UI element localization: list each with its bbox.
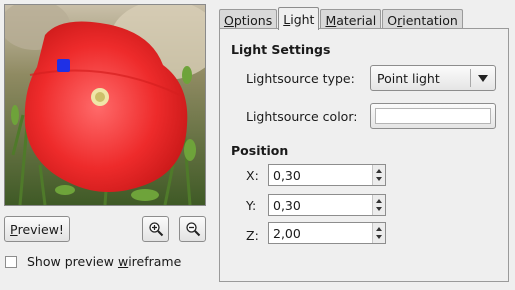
preview-button-mnemonic: P <box>10 221 18 237</box>
lightsource-type-label: Lightsource type: <box>246 71 355 86</box>
show-wireframe-mnemonic: w <box>117 254 129 269</box>
position-heading: Position <box>231 143 289 158</box>
show-wireframe-label-part: Show preview <box>27 254 118 269</box>
light-settings-heading: Light Settings <box>231 42 331 57</box>
light-position-marker[interactable] <box>57 59 70 72</box>
show-preview-wireframe-option[interactable]: Show preview wireframe <box>5 254 181 269</box>
tab-orientation-label: ientation <box>402 12 458 28</box>
tab-light-mnemonic: L <box>283 11 291 27</box>
tab-light-label: ight <box>290 11 315 27</box>
position-x-stepper[interactable] <box>372 165 385 185</box>
tab-material[interactable]: Material <box>320 9 382 30</box>
increment-arrow-icon[interactable] <box>376 227 382 231</box>
decrement-arrow-icon[interactable] <box>376 177 382 181</box>
tab-material-label: aterial <box>336 12 377 28</box>
increment-arrow-icon[interactable] <box>376 199 382 203</box>
position-x-spinbutton[interactable]: 0,30 <box>268 164 386 186</box>
zoom-out-button[interactable] <box>179 216 206 242</box>
lightsource-color-label: Lightsource color: <box>246 109 358 124</box>
tab-options-mnemonic: O <box>224 12 234 28</box>
zoom-in-button[interactable] <box>142 216 169 242</box>
lightsource-color-button[interactable] <box>370 103 496 129</box>
show-wireframe-label-rest: ireframe <box>128 254 182 269</box>
position-z-value[interactable]: 2,00 <box>269 223 372 243</box>
position-z-spinbutton[interactable]: 2,00 <box>268 222 386 244</box>
position-x-value[interactable]: 0,30 <box>269 165 372 185</box>
light-tab-panel: Light Settings Lightsource type: Point l… <box>219 28 509 282</box>
position-y-stepper[interactable] <box>372 195 385 215</box>
show-wireframe-label: Show preview wireframe <box>27 254 181 269</box>
lightsource-color-swatch <box>375 108 491 124</box>
tab-options-label: ptions <box>233 12 273 28</box>
tab-orientation-label-start: O <box>387 12 398 28</box>
tab-bar: Options Light Material Or ientation <box>219 7 464 30</box>
position-y-value[interactable]: 0,30 <box>269 195 372 215</box>
preview-button[interactable]: Preview! <box>4 216 70 242</box>
preview-button-label: review! <box>17 221 64 237</box>
dropdown-separator <box>470 69 471 87</box>
show-wireframe-checkbox[interactable] <box>5 255 17 268</box>
position-y-label: Y: <box>246 198 257 213</box>
lightsource-type-value: Point light <box>377 70 440 86</box>
poppy-flower-preview-image <box>5 5 205 205</box>
zoom-in-icon <box>148 222 163 237</box>
tab-orientation[interactable]: Or ientation <box>382 9 463 30</box>
position-z-label: Z: <box>246 228 259 243</box>
position-x-label: X: <box>246 168 259 183</box>
tab-light[interactable]: Light <box>278 7 320 30</box>
zoom-out-icon <box>185 222 200 237</box>
decrement-arrow-icon[interactable] <box>376 207 382 211</box>
position-z-stepper[interactable] <box>372 223 385 243</box>
increment-arrow-icon[interactable] <box>376 169 382 173</box>
chevron-down-icon <box>478 75 488 82</box>
position-y-spinbutton[interactable]: 0,30 <box>268 194 386 216</box>
decrement-arrow-icon[interactable] <box>376 235 382 239</box>
lightsource-type-dropdown[interactable]: Point light <box>370 65 496 91</box>
tab-material-mnemonic: M <box>325 12 337 28</box>
tab-options[interactable]: Options <box>219 9 278 30</box>
preview-image[interactable] <box>4 4 206 206</box>
